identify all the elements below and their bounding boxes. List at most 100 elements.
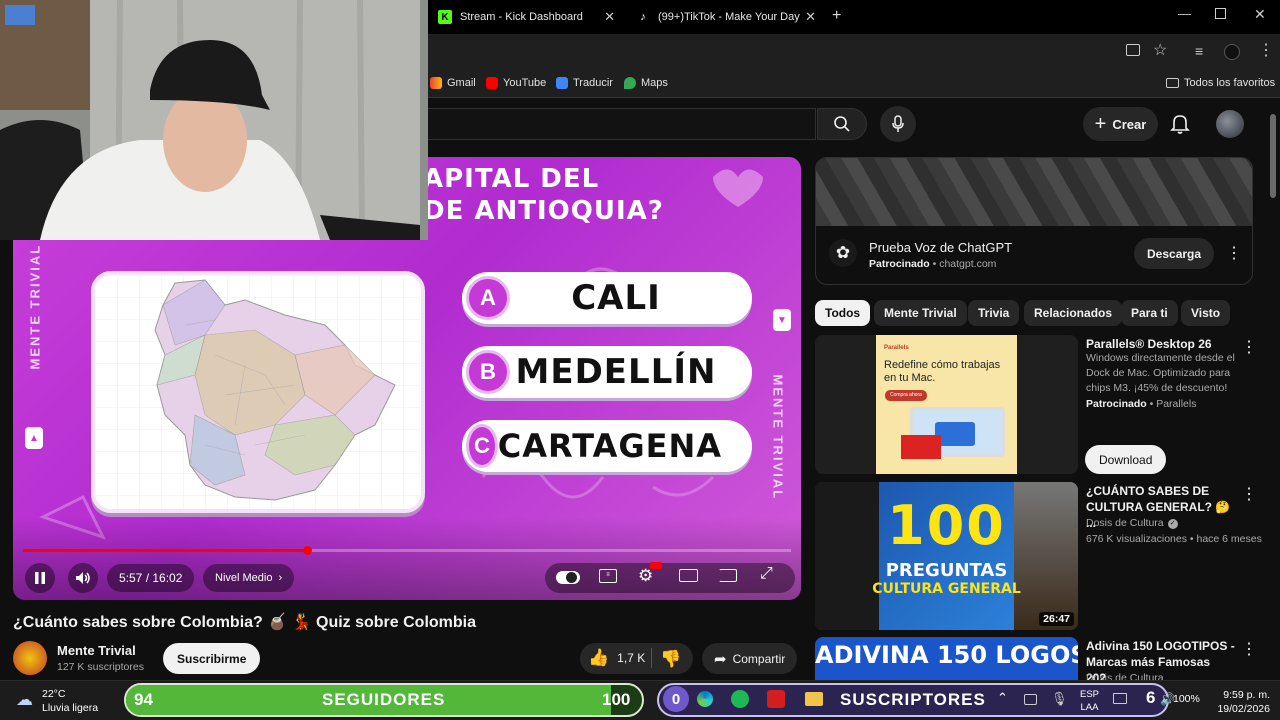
time-label: 5:57 / 16:02: [119, 571, 183, 585]
video-title: ¿Cuánto sabes sobre Colombia? 🧉 💃 Quiz s…: [13, 614, 477, 631]
bookmark-star-icon[interactable]: ☆: [1153, 40, 1167, 60]
microphone-tray-icon[interactable]: 🎙: [1051, 691, 1068, 707]
more-options-icon[interactable]: ⋮: [1226, 243, 1242, 263]
side-label-right: MENTE TRIVIAL: [770, 374, 786, 501]
maps-icon: [624, 77, 636, 89]
language-indicator[interactable]: ESP LAA: [1080, 688, 1099, 714]
arrow-up-icon: ▲: [25, 427, 43, 449]
minimize-icon[interactable]: —: [1178, 6, 1191, 21]
chip-mente-trivial[interactable]: Mente Trivial: [874, 300, 967, 326]
battery-percent[interactable]: 100%: [1173, 693, 1200, 705]
folder-icon: [1166, 78, 1179, 88]
new-tab-icon[interactable]: +: [832, 7, 841, 25]
clock-time: 9:59 p. m.: [1223, 689, 1270, 701]
browser-menu-icon[interactable]: ⋮: [1258, 40, 1274, 60]
subtitles-icon[interactable]: ≡: [599, 569, 617, 583]
chevron-up-icon[interactable]: ⌃: [997, 690, 1008, 706]
page-scrollbar[interactable]: [1270, 114, 1276, 198]
youtube-icon: [486, 77, 498, 89]
chip-visto[interactable]: Visto: [1181, 300, 1231, 326]
channel-name[interactable]: Mente Trivial: [57, 643, 136, 658]
settings-gear-icon[interactable]: ⚙: [638, 566, 653, 586]
tab-tiktok[interactable]: ♪ (99+)TikTok - Make Your Day ✕: [628, 4, 826, 30]
progress-played: [23, 549, 308, 552]
followers-count: 94: [134, 690, 153, 709]
more-options-icon[interactable]: ⋮: [1241, 484, 1257, 504]
more-options-icon[interactable]: ⋮: [1241, 337, 1257, 357]
voice-search-button[interactable]: [880, 106, 916, 142]
chip-trivia[interactable]: Trivia: [968, 300, 1020, 326]
bookmark-maps[interactable]: Maps: [624, 77, 668, 89]
arrow-down-icon: ▼: [773, 309, 791, 331]
progress-bar[interactable]: [23, 549, 791, 552]
chip-relacionados[interactable]: Relacionados: [1024, 300, 1123, 326]
create-button[interactable]: + Crear: [1083, 107, 1158, 141]
video-meta: 676 K visualizaciones • hace 6 meses: [1086, 533, 1262, 545]
bookmark-traducir[interactable]: Traducir: [556, 77, 613, 89]
close-icon[interactable]: ✕: [604, 9, 615, 25]
answer-letter: B: [466, 350, 510, 394]
search-button[interactable]: [817, 108, 867, 140]
chatgpt-logo-icon: ✿: [829, 239, 857, 267]
like-count: 1,7 K: [617, 651, 646, 665]
share-button[interactable]: ➦ Compartir: [702, 643, 798, 674]
answer-text: MEDELLÍN: [515, 352, 717, 392]
bookmark-youtube[interactable]: YouTube: [486, 77, 546, 89]
profile-avatar[interactable]: [1224, 44, 1240, 60]
clock[interactable]: 9:59 p. m. 19/02/2026: [1210, 688, 1270, 716]
channel-avatar[interactable]: [13, 641, 47, 675]
webcam-overlay: [0, 0, 428, 240]
chip-para-ti[interactable]: Para ti: [1121, 300, 1178, 326]
volume-button[interactable]: [68, 563, 98, 593]
close-window-icon[interactable]: ✕: [1254, 6, 1266, 23]
answer-text: CARTAGENA: [497, 427, 722, 465]
parallels-download-button[interactable]: Download: [1085, 445, 1167, 474]
weather-widget[interactable]: 22°C Lluvia ligera: [42, 687, 98, 715]
file-explorer-icon[interactable]: [805, 692, 823, 706]
like-button[interactable]: 👍 1,7 K: [588, 648, 645, 668]
more-options-icon[interactable]: ⋮: [1241, 639, 1257, 659]
miniplayer-icon[interactable]: [679, 569, 698, 582]
thumbs-down-icon: 👍: [660, 649, 682, 668]
network-icon[interactable]: [1113, 693, 1127, 704]
tray-icon[interactable]: [1024, 694, 1037, 705]
pause-button[interactable]: [25, 563, 55, 593]
cast-icon[interactable]: [719, 569, 737, 582]
video-channel: Dosis de Cultura ✓: [1086, 516, 1178, 531]
chapter-button[interactable]: Nivel Medio ›: [203, 564, 295, 592]
close-icon[interactable]: ✕: [805, 9, 816, 25]
ad-cta-button[interactable]: Descarga: [1134, 238, 1215, 269]
tab-kick-dashboard[interactable]: K Stream - Kick Dashboard ✕: [430, 4, 625, 30]
media-control-icon[interactable]: ≡: [1195, 43, 1203, 59]
autoplay-toggle[interactable]: [556, 571, 580, 584]
install-app-icon[interactable]: [1126, 44, 1140, 56]
pause-icon: [35, 572, 45, 584]
thumb-big-text: 100: [887, 494, 1006, 557]
sponsored-label: Patrocinado: [1086, 398, 1147, 410]
chip-todos[interactable]: Todos: [815, 300, 871, 326]
answer-text: CALI: [571, 278, 661, 318]
search-icon: [834, 116, 850, 132]
app-icon-red[interactable]: [767, 690, 785, 708]
parallels-ad-title[interactable]: Parallels® Desktop 26: [1086, 336, 1236, 352]
subscribe-button[interactable]: Suscribirme: [163, 643, 261, 674]
channel-name: Dosis de Cultura: [1086, 517, 1164, 529]
edge-icon[interactable]: [697, 691, 713, 707]
all-bookmarks[interactable]: Todos los favoritos: [1166, 77, 1275, 89]
ad-meta: Patrocinado • chatgpt.com: [869, 258, 997, 270]
maximize-icon[interactable]: [1215, 8, 1226, 19]
parallels-thumbnail[interactable]: Parallels Redefine cómo trabajas en tu M…: [815, 335, 1078, 474]
divider: [651, 648, 652, 668]
account-avatar[interactable]: [1216, 110, 1244, 138]
video-thumbnail-logos[interactable]: ADIVINA 150 LOGOS: [815, 637, 1078, 680]
answer-letter: A: [466, 276, 510, 320]
bell-icon: [1170, 115, 1190, 134]
video-thumbnail-cultura[interactable]: 100 PREGUNTAS CULTURA GENERAL 26:47: [815, 482, 1078, 630]
dislike-button[interactable]: 👍: [660, 648, 681, 668]
notifications-button[interactable]: [1170, 113, 1190, 135]
fullscreen-icon[interactable]: ⤢: [760, 565, 773, 583]
bookmark-gmail[interactable]: Gmail: [430, 77, 476, 89]
duration-badge: 26:47: [1039, 612, 1074, 626]
spotify-icon[interactable]: [731, 690, 749, 708]
search-input[interactable]: [428, 108, 816, 140]
